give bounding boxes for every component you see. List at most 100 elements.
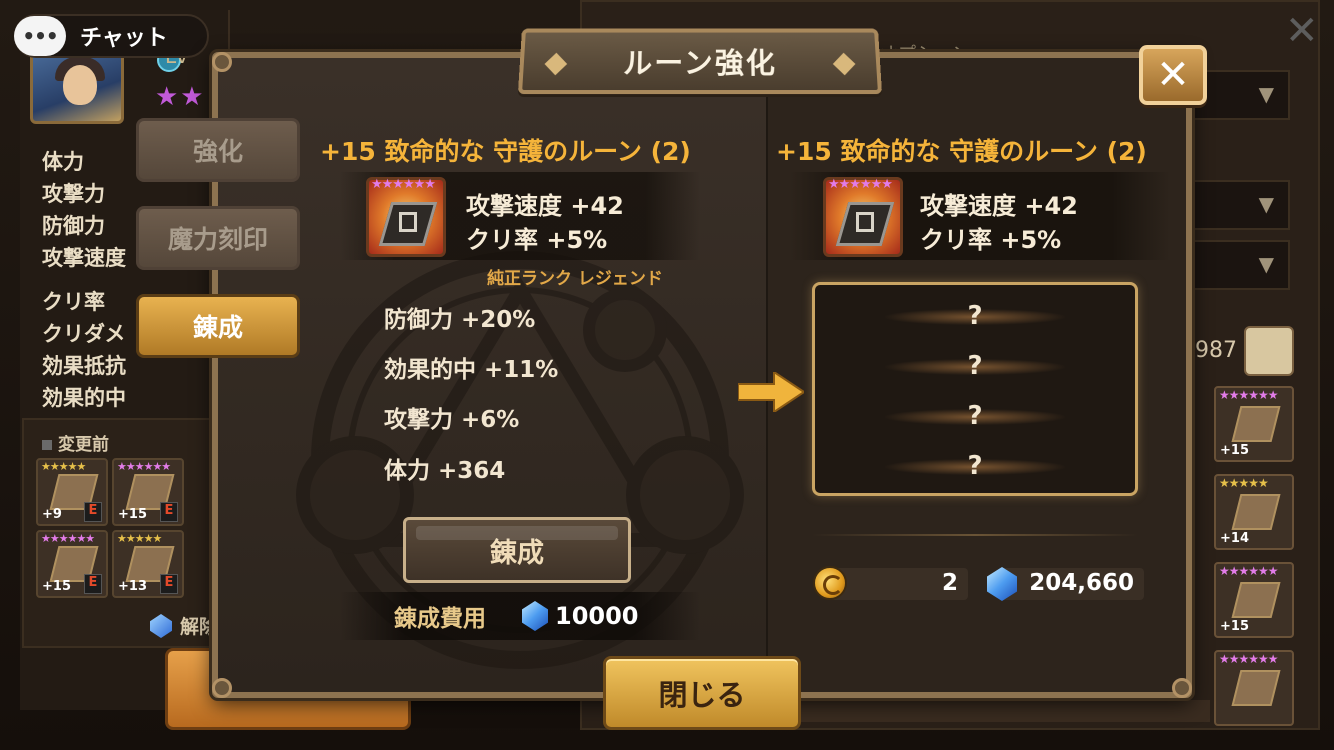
inventory-rune-slot[interactable]: ★★★★★★ +15 (1214, 386, 1294, 462)
grind-cost-label: 錬成費用 (394, 606, 486, 632)
inventory-rune-slot[interactable]: ★★★★★★ +15 (1214, 562, 1294, 638)
current-substat: 防御力 +20% (384, 307, 536, 333)
chat-bubble-icon: ••• (14, 16, 66, 56)
chat-button[interactable]: ••• チャット (14, 14, 209, 58)
rune-level: +15 (118, 507, 147, 522)
equipped-rune-slot[interactable]: ★★★★★ +9 E (36, 458, 108, 526)
grindstone-count: 2 (941, 570, 958, 596)
monster-portrait[interactable] (30, 48, 124, 124)
stat-label: 攻撃力 (42, 182, 105, 206)
current-innate-stat: クリ率 +5% (466, 226, 608, 254)
rune-level: +9 (42, 507, 62, 522)
equipped-badge: E (160, 574, 178, 594)
rune-stars: ★★★★★★ (117, 460, 171, 473)
stat-label: クリ率 (42, 290, 105, 314)
grindstone-icon (813, 566, 847, 600)
crystal-count: 204,660 (1029, 570, 1134, 596)
rune-stars: ★★★★★ (41, 460, 86, 473)
unknown-substat: ? (815, 441, 1135, 491)
crystal-count-box: 204,660 (1000, 568, 1144, 600)
rune-glyph (856, 212, 874, 232)
rune-count: 987 (1195, 338, 1237, 363)
stat-gap (42, 274, 126, 286)
rune-shape-icon (1231, 494, 1281, 530)
rune-level: +15 (1220, 443, 1249, 458)
rune-level: +14 (1220, 531, 1249, 546)
unknown-substat: ? (815, 341, 1135, 391)
equipped-rune-slot[interactable]: ★★★★★★ +15 E (112, 458, 184, 526)
monster-stars: ★★ (155, 82, 206, 112)
current-substat: 攻撃力 +6% (384, 407, 520, 433)
divider (812, 534, 1138, 536)
tab-enhance[interactable]: 強化 (136, 118, 300, 182)
before-change-title: 変更前 (42, 430, 109, 455)
grindstone-count-box: 2 (830, 568, 968, 600)
arrow-right-icon (738, 372, 804, 412)
close-dialog-button[interactable]: 閉じる (603, 656, 801, 730)
rune-shape-icon (1231, 670, 1281, 706)
rune-stars: ★★★★★ (1219, 476, 1269, 490)
rune-stars: ★★★★★★ (1219, 652, 1279, 666)
close-button[interactable]: ✕ (1139, 45, 1207, 105)
current-rune-name: +15 致命的な 守護のルーン (2) (320, 137, 691, 166)
frame-corner-ornament (212, 52, 232, 72)
filter-dropdown[interactable] (1190, 180, 1290, 230)
background-close-icon[interactable]: ✕ (1285, 8, 1319, 54)
current-main-stat: 攻撃速度 +42 (466, 192, 624, 220)
stat-label: 体力 (42, 150, 84, 174)
current-substat: 体力 +364 (384, 458, 506, 484)
inventory-rune-row (800, 700, 1210, 722)
rune-shape-icon (1231, 406, 1281, 442)
filter-dropdown[interactable] (1190, 240, 1290, 290)
unknown-substat-mark: ? (967, 451, 983, 481)
purity-rank: 純正ランク レジェンド (487, 269, 663, 289)
unknown-substat: ? (815, 391, 1135, 441)
close-icon: ✕ (1156, 52, 1190, 98)
rune-glyph (399, 212, 417, 232)
inventory-rune-slot[interactable]: ★★★★★ +14 (1214, 474, 1294, 550)
current-substat: 効果的中 +11% (384, 357, 559, 383)
rune-bag-icon[interactable] (1244, 326, 1294, 376)
dialog-title: ルーン強化 (622, 46, 778, 80)
monster-stat-list: 体力 攻撃力 防御力 攻撃速度 クリ率 クリダメ 効果抵抗 効果的中 (42, 146, 126, 414)
close-dialog-label: 閉じる (658, 678, 746, 712)
stat-label: 攻撃速度 (42, 246, 126, 270)
rune-shape-icon (1231, 582, 1281, 618)
inventory-rune-slot[interactable]: ★★★★★★ (1214, 650, 1294, 726)
result-main-stat: 攻撃速度 +42 (920, 192, 1078, 220)
rune-stars: ★★★★★ (117, 532, 162, 545)
current-rune-icon: ★★★★★★ (366, 177, 446, 257)
equipped-badge: E (84, 502, 102, 522)
unknown-substats-box: ? ? ? ? (812, 282, 1138, 496)
dialog-title-plate: ルーン強化 (517, 28, 883, 95)
result-rune-name: +15 致命的な 守護のルーン (2) (776, 137, 1147, 166)
chat-label: チャット (80, 26, 168, 51)
rune-stars: ★★★★★★ (371, 177, 436, 192)
equipped-badge: E (84, 574, 102, 594)
unknown-substat: ? (815, 291, 1135, 341)
stat-label: 効果的中 (42, 386, 126, 410)
unknown-substat-mark: ? (967, 301, 983, 331)
result-rune-icon: ★★★★★★ (823, 177, 903, 257)
stat-label: クリダメ (42, 322, 126, 346)
tab-enchant[interactable]: 魔力刻印 (136, 206, 300, 270)
grind-cost-row: 錬成費用 10000 (340, 592, 700, 640)
equipped-rune-slot[interactable]: ★★★★★★ +15 E (36, 530, 108, 598)
stat-label: 防御力 (42, 214, 105, 238)
grind-button[interactable]: 錬成 (403, 517, 631, 583)
rune-level: +15 (42, 579, 71, 594)
title-diamond-ornament (832, 52, 856, 76)
equipped-badge: E (160, 502, 178, 522)
equipped-rune-slot[interactable]: ★★★★★ +13 E (112, 530, 184, 598)
frame-corner-ornament (212, 678, 232, 698)
grind-button-label: 錬成 (490, 537, 544, 569)
tab-grind[interactable]: 錬成 (136, 294, 300, 358)
title-diamond-ornament (544, 52, 568, 76)
stat-label: 効果抵抗 (42, 354, 126, 378)
frame-corner-ornament (1172, 678, 1192, 698)
portrait-face (63, 65, 97, 105)
rune-level: +15 (1220, 619, 1249, 634)
rune-stars: ★★★★★★ (828, 177, 893, 192)
result-innate-stat: クリ率 +5% (920, 226, 1062, 254)
rune-stars: ★★★★★★ (1219, 388, 1279, 402)
